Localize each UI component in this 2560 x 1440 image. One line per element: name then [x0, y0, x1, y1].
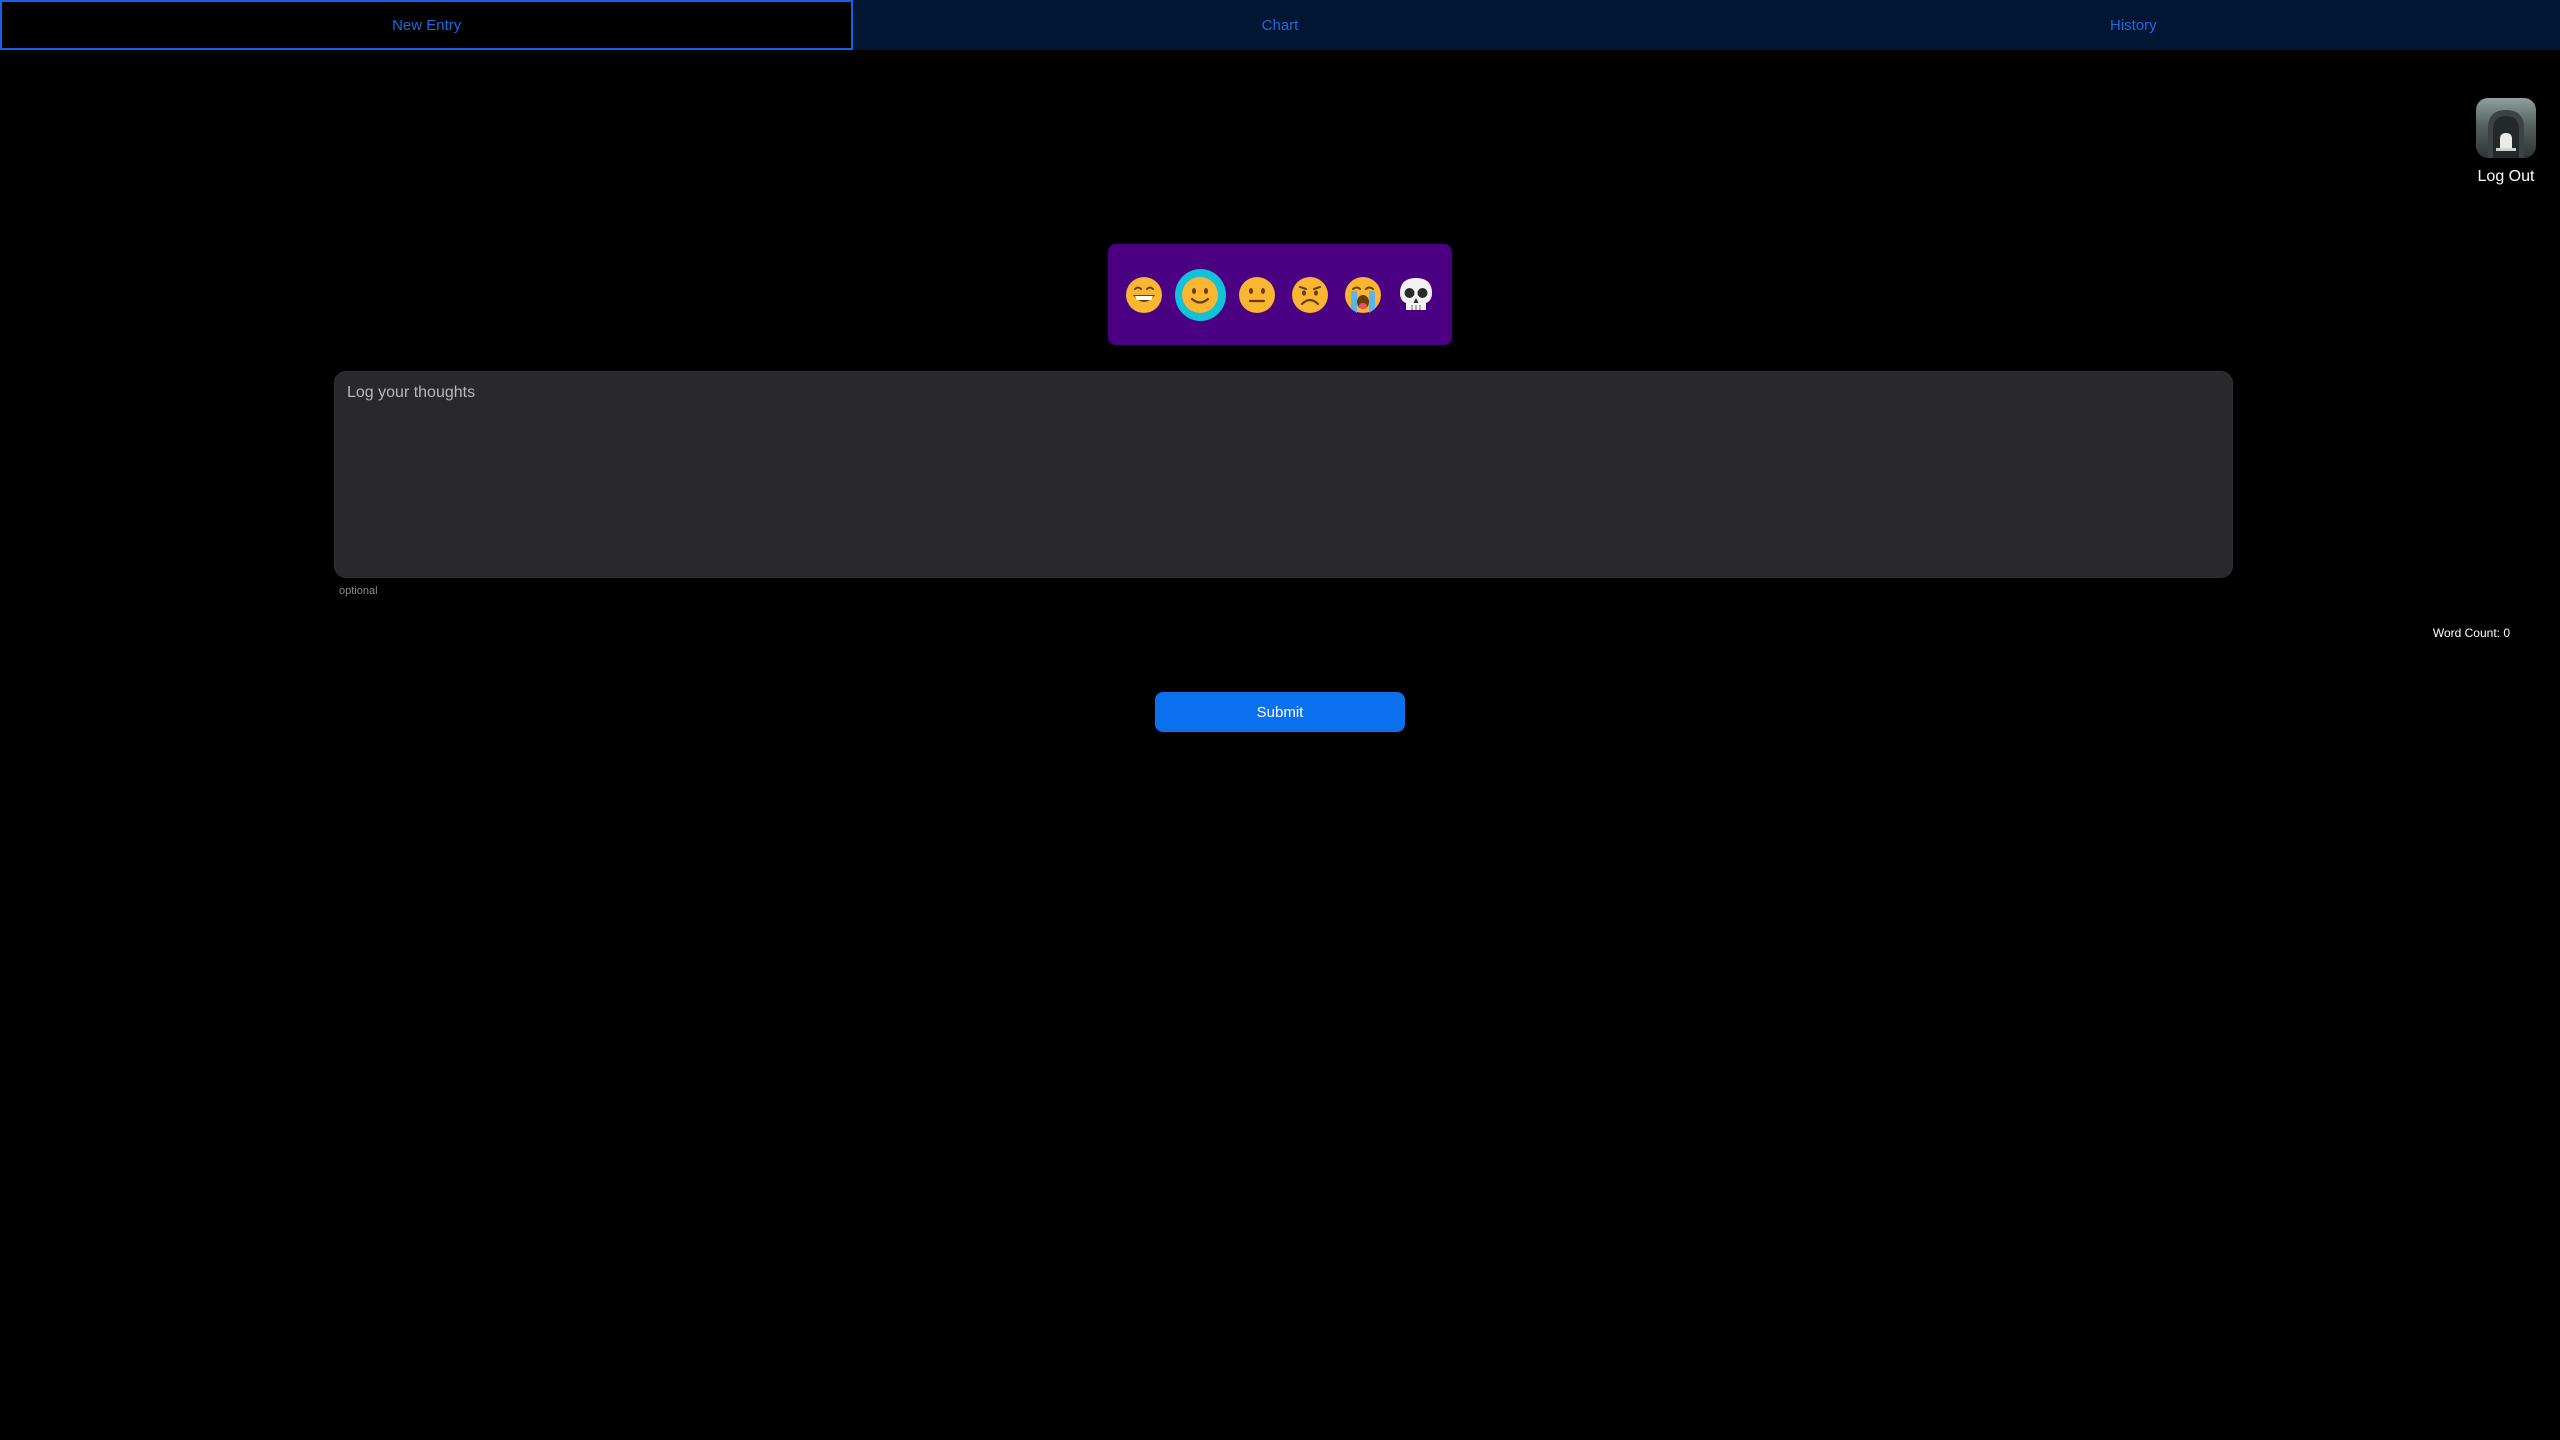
- skull-icon[interactable]: [1394, 272, 1438, 317]
- frowning-face-icon[interactable]: [1288, 272, 1332, 317]
- optional-hint: optional: [339, 585, 378, 597]
- word-count: Word Count: 0: [2432, 626, 2510, 640]
- thoughts-input[interactable]: [334, 371, 2233, 578]
- tombstone-avatar-icon[interactable]: [2476, 98, 2536, 158]
- grinning-face-icon[interactable]: [1122, 272, 1166, 317]
- slightly-smiling-face-icon[interactable]: [1175, 268, 1226, 321]
- logout-button[interactable]: Log Out: [2474, 98, 2538, 186]
- top-tab-bar: New Entry Chart History: [0, 0, 2560, 50]
- tab-new-entry[interactable]: New Entry: [0, 0, 854, 50]
- tab-chart[interactable]: Chart: [853, 0, 1706, 50]
- loudly-crying-face-icon[interactable]: [1341, 272, 1385, 317]
- neutral-face-icon[interactable]: [1235, 272, 1279, 317]
- tab-history[interactable]: History: [1707, 0, 2560, 50]
- submit-button[interactable]: Submit: [1155, 692, 1405, 732]
- logout-label: Log Out: [2477, 168, 2535, 185]
- mood-selector: [1108, 244, 1452, 345]
